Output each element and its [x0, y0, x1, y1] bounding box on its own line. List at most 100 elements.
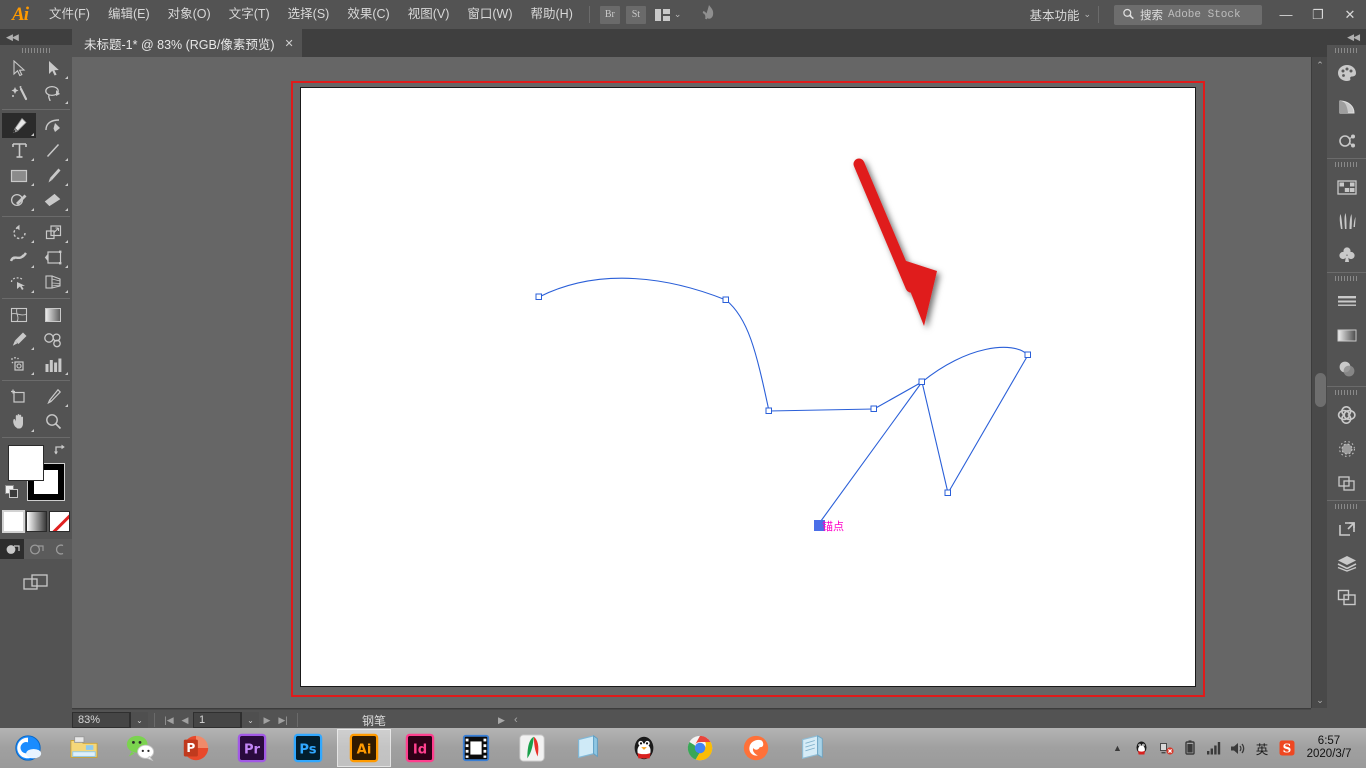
draw-normal-mode-button[interactable]: [0, 539, 24, 559]
canvas-workspace[interactable]: 锚点: [72, 57, 1311, 708]
dock-group-handle[interactable]: [1327, 273, 1366, 284]
eyedropper-tool[interactable]: [2, 327, 36, 352]
toolbar-drag-handle[interactable]: [0, 45, 72, 56]
menu-view[interactable]: 视图(V): [399, 0, 459, 29]
blend-tool[interactable]: [36, 327, 70, 352]
shape-builder-tool[interactable]: [2, 270, 36, 295]
brushes-panel-icon[interactable]: [1327, 204, 1366, 238]
arrange-documents-button[interactable]: ⌄: [654, 8, 681, 21]
taskbar-indesign[interactable]: Id: [393, 729, 447, 767]
fill-swatch[interactable]: [8, 445, 44, 481]
mesh-tool[interactable]: [2, 302, 36, 327]
menu-object[interactable]: 对象(O): [159, 0, 220, 29]
zoom-tool[interactable]: [36, 409, 70, 434]
color-guide-panel-icon[interactable]: [1327, 90, 1366, 124]
free-transform-tool[interactable]: [36, 245, 70, 270]
pathfinder-panel-icon[interactable]: [1327, 466, 1366, 500]
draw-inside-mode-button[interactable]: [48, 539, 72, 559]
recolor-artwork-icon[interactable]: [1327, 124, 1366, 158]
vertical-scrollbar[interactable]: ⌃ ⌄: [1311, 57, 1327, 708]
home-screen-icon[interactable]: [699, 3, 719, 26]
menu-help[interactable]: 帮助(H): [522, 0, 582, 29]
paintbrush-tool[interactable]: [36, 163, 70, 188]
symbols-panel-icon[interactable]: [1327, 238, 1366, 272]
swatches-panel-icon[interactable]: [1327, 170, 1366, 204]
menu-window[interactable]: 窗口(W): [458, 0, 521, 29]
close-icon[interactable]: ✕: [285, 37, 294, 50]
next-artboard-button[interactable]: ▶: [259, 711, 275, 729]
transparency-panel-icon[interactable]: [1327, 352, 1366, 386]
last-artboard-button[interactable]: ▶|: [275, 711, 291, 729]
shaper-tool[interactable]: [2, 188, 36, 213]
transform-panel-icon[interactable]: [1327, 512, 1366, 546]
taskbar-photoshop[interactable]: Ps: [281, 729, 335, 767]
dock-group-handle[interactable]: [1327, 159, 1366, 170]
stroke-panel-icon[interactable]: [1327, 284, 1366, 318]
default-fill-stroke-icon[interactable]: [5, 485, 19, 499]
perspective-grid-tool[interactable]: [36, 270, 70, 295]
menu-edit[interactable]: 编辑(E): [99, 0, 159, 29]
gradient-panel-icon[interactable]: [1327, 318, 1366, 352]
dock-group-handle[interactable]: [1327, 387, 1366, 398]
gradient-tool[interactable]: [36, 302, 70, 327]
rotate-tool[interactable]: [2, 220, 36, 245]
libraries-panel-icon[interactable]: [1327, 398, 1366, 432]
dock-group-handle[interactable]: [1327, 45, 1366, 56]
color-panel-icon[interactable]: [1327, 56, 1366, 90]
restore-button[interactable]: ❐: [1302, 0, 1334, 29]
taskbar-premiere[interactable]: Pr: [225, 729, 279, 767]
zoom-dropdown-icon[interactable]: ⌄: [130, 712, 148, 728]
lasso-tool[interactable]: [36, 81, 70, 106]
sogou-input-icon[interactable]: S: [1278, 740, 1295, 757]
minimize-button[interactable]: —: [1270, 0, 1302, 29]
type-tool[interactable]: [2, 138, 36, 163]
workspace-chevron-icon[interactable]: ⌄: [1083, 9, 1091, 20]
status-expand-icon[interactable]: ▶: [498, 715, 505, 726]
taskbar-file-explorer[interactable]: [57, 729, 111, 767]
taskbar-notepad[interactable]: [785, 729, 839, 767]
bridge-button[interactable]: Br: [599, 5, 620, 24]
stock-search-box[interactable]: 搜索 Adobe Stock: [1114, 4, 1262, 25]
screen-mode-button[interactable]: [19, 571, 53, 593]
ime-language-icon[interactable]: 英: [1253, 740, 1271, 757]
selection-tool[interactable]: [2, 56, 36, 81]
signal-strength-icon[interactable]: [1205, 740, 1222, 757]
appearance-panel-icon[interactable]: [1327, 432, 1366, 466]
artboards-panel-icon[interactable]: [1327, 580, 1366, 614]
eraser-tool[interactable]: [36, 188, 70, 213]
clock[interactable]: 6:57 2020/3/7: [1302, 735, 1360, 761]
scroll-up-icon[interactable]: ⌃: [1312, 57, 1328, 73]
curvature-tool[interactable]: [36, 113, 70, 138]
toolbar-collapse-button[interactable]: ◀◀: [0, 29, 72, 45]
gradient-mode-button[interactable]: [25, 511, 47, 532]
taskbar-pdf-reader[interactable]: [505, 729, 559, 767]
menu-select[interactable]: 选择(S): [279, 0, 339, 29]
slice-tool[interactable]: [36, 384, 70, 409]
document-tab[interactable]: 未标题-1* @ 83% (RGB/像素预览) ✕: [72, 29, 302, 57]
layers-panel-icon[interactable]: [1327, 546, 1366, 580]
scale-tool[interactable]: [36, 220, 70, 245]
column-graph-tool[interactable]: [36, 352, 70, 377]
vertical-scroll-thumb[interactable]: [1315, 373, 1326, 407]
rectangle-tool[interactable]: [2, 163, 36, 188]
taskbar-firefox[interactable]: [729, 729, 783, 767]
taskbar-chrome[interactable]: [673, 729, 727, 767]
zoom-level-field[interactable]: 83%: [72, 712, 130, 728]
taskbar-powerpoint[interactable]: P: [169, 729, 223, 767]
menu-type[interactable]: 文字(T): [220, 0, 279, 29]
taskbar-qq-browser[interactable]: [1, 729, 55, 767]
line-segment-tool[interactable]: [36, 138, 70, 163]
qq-tray-icon[interactable]: [1133, 740, 1150, 757]
taskbar-wechat[interactable]: [113, 729, 167, 767]
status-collapse-icon[interactable]: ‹: [514, 714, 518, 726]
artboard-dropdown-icon[interactable]: ⌄: [241, 712, 259, 728]
artboard[interactable]: 锚点: [300, 87, 1196, 687]
menu-file[interactable]: 文件(F): [40, 0, 99, 29]
workspace-switcher-label[interactable]: 基本功能: [1025, 5, 1083, 24]
menu-effect[interactable]: 效果(C): [338, 0, 398, 29]
taskbar-note-app[interactable]: [561, 729, 615, 767]
taskbar-media-player[interactable]: [449, 729, 503, 767]
dock-collapse-button[interactable]: ◀◀: [1327, 29, 1366, 45]
pen-tool[interactable]: [2, 113, 36, 138]
direct-selection-tool[interactable]: [36, 56, 70, 81]
